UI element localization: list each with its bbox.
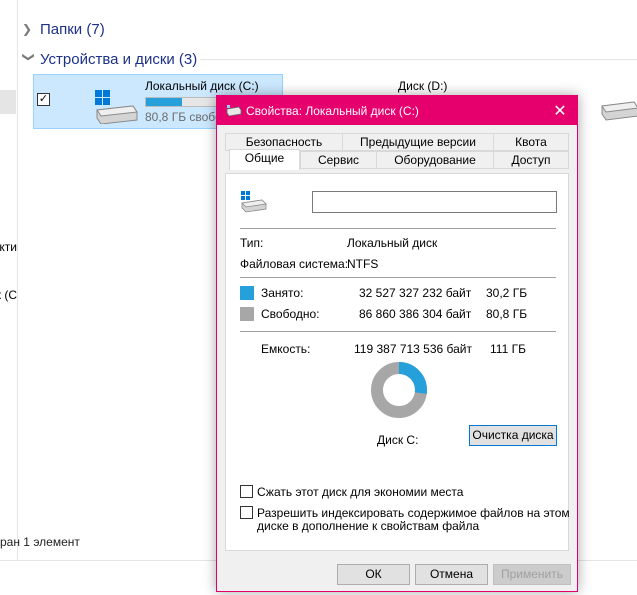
free-gb: 80,8 ГБ [486, 307, 528, 321]
group-folders-label: Папки (7) [40, 20, 105, 38]
free-label: Свободно: [261, 307, 320, 321]
used-bytes: 32 527 327 232 байт [359, 286, 472, 300]
drive-c-free-text: 80,8 ГБ свобо [145, 110, 222, 124]
tab-quota[interactable]: Квота [493, 133, 569, 151]
tab-service[interactable]: Сервис [300, 151, 377, 169]
capacity-bytes: 119 387 713 536 байт [354, 342, 473, 356]
compress-label[interactable]: Сжать этот диск для экономии места [257, 485, 463, 499]
capacity-label: Емкость: [261, 342, 311, 356]
index-checkbox[interactable] [240, 506, 253, 519]
group-devices-label: Устройства и диски (3) [40, 50, 198, 68]
tab-hardware[interactable]: Оборудование [376, 151, 494, 169]
tile-checkbox[interactable]: ✓ [37, 93, 50, 106]
used-label: Занято: [261, 286, 304, 300]
dialog-titlebar[interactable]: Свойства: Локальный диск (C:) ✕ [217, 96, 577, 125]
group-divider [200, 59, 637, 60]
separator [240, 228, 556, 229]
filesystem-label: Файловая система: [240, 257, 349, 271]
free-color-swatch [240, 307, 254, 321]
ok-button[interactable]: ОК [337, 564, 410, 585]
compress-checkbox[interactable] [240, 485, 253, 498]
drive-title-icon [226, 103, 242, 119]
nav-item-fragment[interactable]: екти [0, 240, 17, 254]
windows-drive-icon [95, 90, 138, 124]
cancel-button[interactable]: Отмена [415, 564, 488, 585]
filesystem-value: NTFS [347, 257, 379, 271]
free-bytes: 86 860 386 304 байт [359, 307, 472, 321]
separator [240, 277, 556, 278]
index-label-line2[interactable]: диске в дополнение к свойствам файла [257, 519, 479, 533]
chevron-right-icon[interactable]: ❯ [22, 22, 36, 36]
drive-c-name: Локальный диск (C:) [145, 79, 259, 93]
general-panel: Тип: Локальный диск Файловая система: NT… [225, 173, 570, 551]
drive-icon [601, 101, 637, 121]
chevron-down-icon[interactable]: ❯ [22, 52, 36, 66]
used-gb: 30,2 ГБ [486, 286, 528, 300]
status-bar-text: ран 1 элемент [0, 535, 80, 549]
group-folders[interactable]: ❯ Папки (7) [22, 19, 105, 39]
group-devices[interactable]: ❯ Устройства и диски (3) [22, 49, 637, 69]
tab-general[interactable]: Общие [229, 149, 300, 170]
type-label: Тип: [240, 236, 264, 250]
apply-button[interactable]: Применить [493, 564, 571, 585]
nav-selected-item[interactable] [0, 90, 16, 114]
tab-previous-versions[interactable]: Предыдущие версии [342, 133, 494, 151]
navigation-pane[interactable] [0, 0, 18, 560]
tab-sharing[interactable]: Доступ [493, 151, 569, 169]
used-color-swatch [240, 286, 254, 300]
properties-dialog: Свойства: Локальный диск (C:) ✕ Безопасн… [216, 95, 578, 592]
separator [240, 331, 556, 332]
drive-name-input[interactable] [312, 191, 557, 213]
disk-cleanup-button[interactable]: Очистка диска [469, 425, 557, 446]
disk-label: Диск С: [377, 433, 419, 447]
usage-donut [371, 362, 427, 418]
index-label-line1[interactable]: Разрешить индексировать содержимое файло… [257, 506, 570, 520]
close-icon[interactable]: ✕ [543, 96, 577, 125]
nav-item-fragment[interactable]: к (C [0, 288, 17, 302]
drive-d-name[interactable]: Диск (D:) [398, 79, 447, 93]
type-value: Локальный диск [347, 236, 438, 250]
windows-drive-icon [241, 191, 267, 213]
tab-strip: Безопасность Предыдущие версии Квота Общ… [225, 133, 569, 173]
capacity-gb: 111 ГБ [490, 342, 526, 356]
dialog-title: Свойства: Локальный диск (C:) [246, 103, 419, 118]
